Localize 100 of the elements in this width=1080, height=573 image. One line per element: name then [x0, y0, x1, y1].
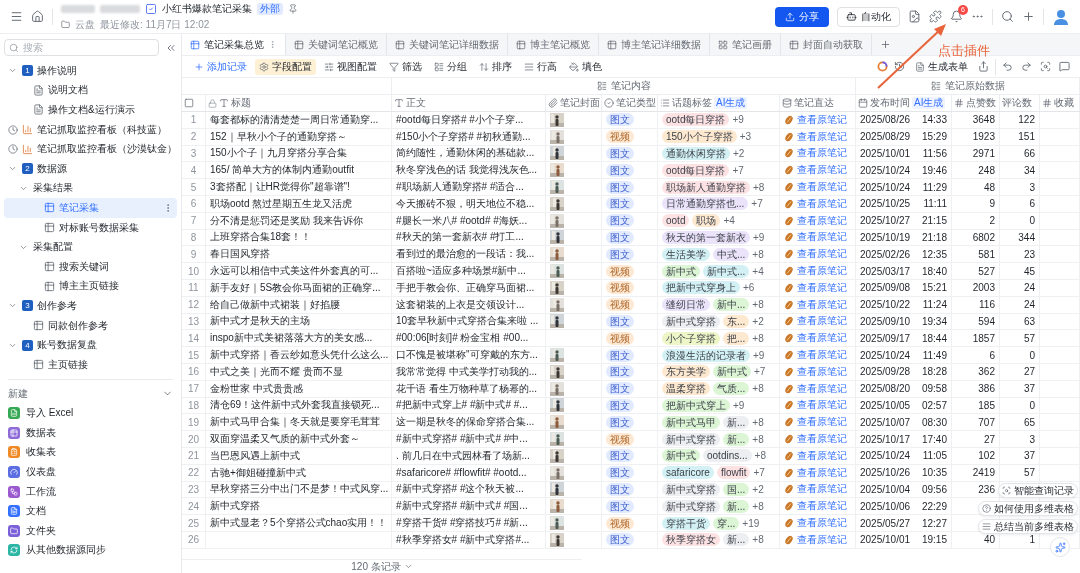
note-link[interactable]: 查看原笔记: [797, 381, 847, 396]
note-link[interactable]: 查看原笔记: [797, 163, 847, 178]
note-link[interactable]: 查看原笔记: [797, 499, 847, 514]
note-link[interactable]: 查看原笔记: [797, 314, 847, 329]
sidebar-item[interactable]: 主页链接: [4, 354, 177, 375]
create-item[interactable]: 从其他数据源同步: [4, 540, 177, 561]
create-item[interactable]: 仪表盘: [4, 462, 177, 482]
sidebar-item[interactable]: 笔记采集: [4, 198, 177, 218]
history-button[interactable]: [892, 59, 907, 74]
view-tab[interactable]: 关键词笔记详细数据: [387, 34, 508, 55]
note-link[interactable]: 查看原笔记: [797, 112, 847, 127]
toolbar-button[interactable]: 填色: [565, 58, 606, 75]
template-icon[interactable]: [908, 10, 921, 23]
sidebar-item[interactable]: 采集结果: [4, 178, 177, 199]
toolbar-button[interactable]: 行高: [520, 58, 561, 75]
avatar-icon[interactable]: [1052, 7, 1070, 26]
note-link[interactable]: 查看原笔记: [797, 213, 847, 228]
create-item[interactable]: 工作流: [4, 481, 177, 502]
note-link[interactable]: 查看原笔记: [797, 331, 847, 346]
column-header[interactable]: 点赞数: [966, 96, 996, 110]
note-link[interactable]: 查看原笔记: [797, 432, 847, 447]
view-tab[interactable]: 博主笔记详细数据: [599, 34, 710, 55]
automation-button[interactable]: 自动化: [837, 6, 900, 27]
note-link[interactable]: 查看原笔记: [797, 264, 847, 279]
column-header[interactable]: 发布时间: [870, 96, 910, 110]
sidebar-item[interactable]: 笔记抓取监控看板（科技蓝）: [4, 119, 177, 140]
sidebar-item[interactable]: 搜索关键词: [4, 256, 177, 277]
sidebar-item[interactable]: 采集配置: [4, 237, 177, 257]
toolbar-button[interactable]: 视图配置: [320, 58, 381, 75]
sidebar-item[interactable]: 操作文档&运行演示: [4, 100, 177, 120]
note-link[interactable]: 查看原笔记: [797, 516, 847, 530]
create-item[interactable]: 文档: [4, 501, 177, 522]
more-icon[interactable]: [268, 40, 277, 49]
create-item[interactable]: 收集表: [4, 442, 177, 463]
note-link[interactable]: 查看原笔记: [797, 146, 847, 161]
column-header[interactable]: 评论数: [1002, 96, 1032, 110]
toolbar-button[interactable]: 排序: [475, 58, 516, 75]
suggestion-button[interactable]: 智能查询记录: [998, 483, 1078, 498]
note-link[interactable]: 查看原笔记: [797, 230, 847, 245]
column-header[interactable]: 标题: [231, 96, 251, 110]
note-link[interactable]: 查看原笔记: [797, 415, 847, 430]
note-link[interactable]: 查看原笔记: [797, 129, 847, 144]
note-link[interactable]: 查看原笔记: [797, 247, 847, 262]
toolbar-button[interactable]: 字段配置: [255, 58, 316, 75]
search-field[interactable]: 搜索: [4, 39, 159, 56]
column-header[interactable]: 正文: [406, 96, 426, 110]
create-item[interactable]: 导入 Excel: [4, 403, 177, 424]
note-link[interactable]: 查看原笔记: [797, 196, 847, 211]
caret-icon[interactable]: [403, 562, 413, 571]
sidebar-item[interactable]: 笔记抓取监控看板（沙漠钛金）: [4, 139, 177, 159]
sidebar-item[interactable]: 说明文档: [4, 80, 177, 101]
comment-button[interactable]: [1057, 59, 1072, 74]
menu-icon[interactable]: [10, 10, 23, 23]
view-tab[interactable]: 关键词笔记概览: [286, 34, 387, 55]
toolbar-button[interactable]: 分组: [430, 58, 471, 75]
suggestion-button[interactable]: 如何使用多维表格: [978, 501, 1078, 516]
note-link[interactable]: 查看原笔记: [797, 297, 847, 312]
note-link[interactable]: 查看原笔记: [797, 465, 847, 480]
column-header[interactable]: 笔记封面: [560, 96, 600, 110]
column-header[interactable]: 话题标签: [672, 96, 712, 110]
ring-icon[interactable]: [877, 61, 888, 72]
search-icon[interactable]: [1001, 10, 1014, 23]
generate-form-button[interactable]: 生成表单: [911, 58, 972, 75]
notification-icon[interactable]: [950, 10, 963, 23]
plus-icon[interactable]: [1022, 10, 1035, 23]
view-tab[interactable]: 笔记画册: [710, 34, 781, 55]
create-item[interactable]: 文件夹: [4, 521, 177, 541]
column-header[interactable]: 收藏: [1054, 96, 1074, 110]
note-link[interactable]: 查看原笔记: [797, 482, 847, 497]
note-link[interactable]: 查看原笔记: [797, 348, 847, 363]
suggestion-button[interactable]: 总结当前多维表格: [978, 519, 1078, 534]
undo-button[interactable]: [1000, 59, 1015, 74]
column-header[interactable]: 笔记直达: [794, 96, 834, 110]
search-button[interactable]: [1038, 59, 1053, 74]
note-link[interactable]: 查看原笔记: [797, 448, 847, 463]
note-link[interactable]: 查看原笔记: [797, 364, 847, 379]
add-tab-icon[interactable]: [880, 39, 891, 50]
home-icon[interactable]: [31, 10, 44, 23]
sidebar-item[interactable]: 3 创作参考: [4, 296, 177, 316]
share-button[interactable]: [976, 59, 991, 74]
checkbox[interactable]: [184, 98, 194, 108]
pin-icon[interactable]: [288, 3, 298, 14]
view-tab[interactable]: 笔记采集总览: [182, 34, 286, 55]
share-button[interactable]: 分享: [775, 6, 829, 27]
view-tab[interactable]: 博主笔记概览: [508, 34, 599, 55]
sidebar-item[interactable]: 1 操作说明: [4, 61, 177, 81]
assistant-button[interactable]: [1050, 537, 1070, 557]
plugin-icon[interactable]: [929, 10, 942, 23]
sidebar-item[interactable]: 4 账号数据复盘: [4, 335, 177, 355]
column-header[interactable]: 笔记类型: [616, 96, 656, 110]
toolbar-button[interactable]: 添加记录: [190, 58, 251, 75]
create-item[interactable]: 数据表: [4, 423, 177, 443]
sidebar-item[interactable]: 博主主页链接: [4, 276, 177, 297]
sidebar-item[interactable]: 2 数据源: [4, 158, 177, 179]
sidebar-item[interactable]: 对标账号数据采集: [4, 217, 177, 238]
sidebar-item[interactable]: 同款创作参考: [4, 315, 177, 336]
toolbar-button[interactable]: 筛选: [385, 58, 426, 75]
note-link[interactable]: 查看原笔记: [797, 280, 847, 295]
note-link[interactable]: 查看原笔记: [797, 532, 847, 547]
redo-button[interactable]: [1019, 59, 1034, 74]
